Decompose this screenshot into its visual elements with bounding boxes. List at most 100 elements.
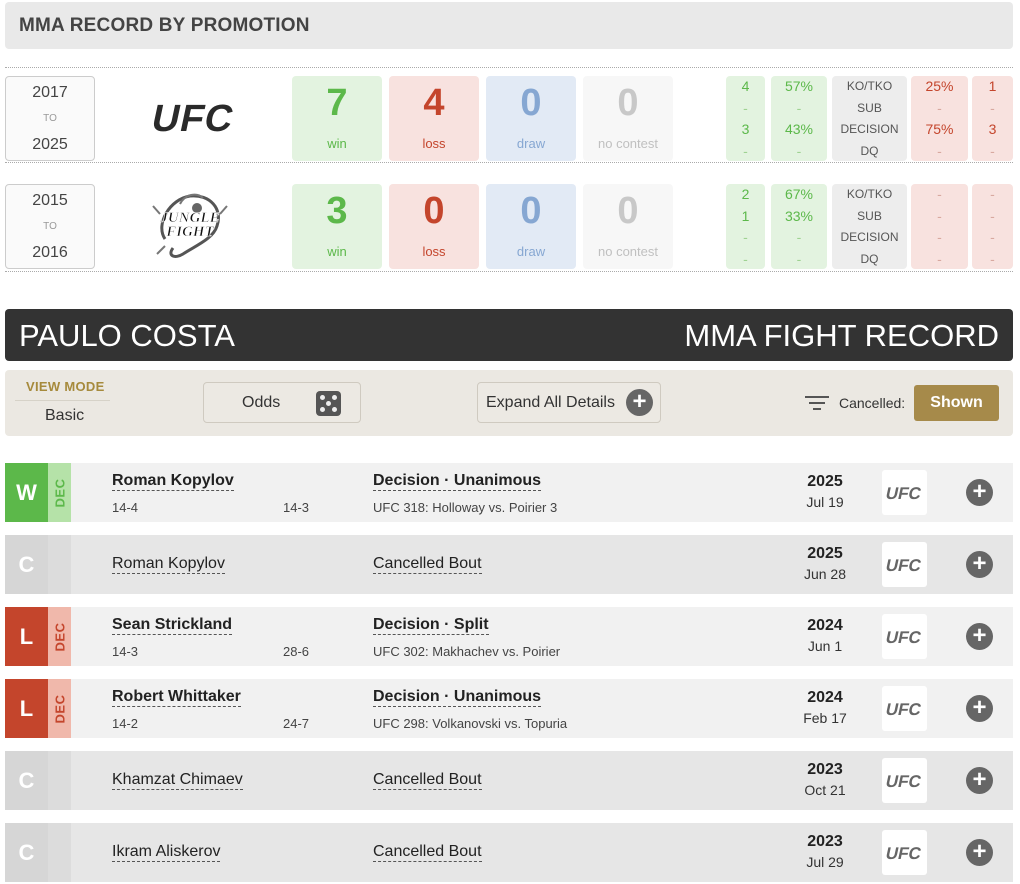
ufc-logo[interactable]: UFC xyxy=(882,542,927,587)
loss-dq-count: - xyxy=(990,142,995,159)
svg-text:UFC: UFC xyxy=(884,699,923,719)
plus-icon: + xyxy=(626,389,653,416)
ufc-logo[interactable]: UFC xyxy=(882,830,927,875)
method-tag xyxy=(48,823,71,882)
fighter-record: 14-3 xyxy=(112,644,139,659)
year-to-label: TO xyxy=(43,113,57,124)
win-label: win xyxy=(327,244,347,259)
win-ko-pct: 57% xyxy=(784,78,814,94)
opponent-record: 14-3 xyxy=(283,500,310,515)
opponent-record: 28-6 xyxy=(283,644,310,659)
draw-count-box: 0 draw xyxy=(486,76,576,161)
no-contest-count-box: 0 no contest xyxy=(583,76,673,161)
expand-all-details-button[interactable]: Expand All Details + xyxy=(477,382,661,423)
method-link[interactable]: Cancelled Bout xyxy=(373,771,482,790)
loss-dq-pct: - xyxy=(937,142,942,159)
win-count: 7 xyxy=(326,82,348,124)
method-ko-label: KO/TKO xyxy=(846,187,893,201)
year-end: 2016 xyxy=(32,244,68,261)
expand-fight-icon[interactable]: + xyxy=(966,479,993,506)
fighter-record-bar: PAULO COSTA MMA FIGHT RECORD xyxy=(5,309,1013,361)
win-dq-count: - xyxy=(743,142,748,159)
win-dec-pct: 43% xyxy=(784,121,814,137)
year-to-label: TO xyxy=(43,221,57,232)
ufc-logo[interactable]: UFC xyxy=(125,88,255,148)
no-contest-count: 0 xyxy=(617,190,639,232)
loss-count-box: 0 loss xyxy=(389,184,479,269)
jungle-fight-logo[interactable]: JUNGLE FIGHT xyxy=(125,184,255,264)
view-mode-select[interactable]: Basic xyxy=(45,407,84,425)
win-dq-pct: - xyxy=(796,142,802,159)
opponent-link[interactable]: Khamzat Chimaev xyxy=(112,771,243,790)
method-link[interactable]: Decision · Unanimous xyxy=(373,688,542,707)
expand-fight-icon[interactable]: + xyxy=(966,623,993,650)
fight-year: 2023 xyxy=(807,761,843,778)
method-labels: KO/TKO SUB DECISION DQ xyxy=(832,184,907,269)
promotion-years: 2015 TO 2016 xyxy=(5,184,95,269)
method-sub-label: SUB xyxy=(857,208,882,223)
draw-label: draw xyxy=(516,244,546,259)
year-start: 2015 xyxy=(32,192,68,209)
ufc-logo[interactable]: UFC xyxy=(882,758,927,803)
cancelled-shown-button[interactable]: Shown xyxy=(914,385,999,421)
win-dec-count: 3 xyxy=(741,121,750,137)
expand-fight-icon[interactable]: + xyxy=(966,839,993,866)
cancelled-filter-label: Cancelled: xyxy=(839,395,906,411)
method-link[interactable]: Decision · Unanimous xyxy=(373,472,542,491)
promotion-years: 2017 TO 2025 xyxy=(5,76,95,161)
loss-ko-count: 1 xyxy=(988,78,997,94)
loss-method-percents: - - - - xyxy=(911,184,968,269)
year-start: 2017 xyxy=(32,84,68,101)
fight-row[interactable]: L DEC Robert Whittaker 14-2 24-7 Decisio… xyxy=(5,679,1013,738)
loss-dec-count: - xyxy=(990,229,995,245)
no-contest-label: no contest xyxy=(598,136,658,151)
method-tag-text: DEC xyxy=(52,478,67,507)
no-contest-count-box: 0 no contest xyxy=(583,184,673,269)
svg-text:UFC: UFC xyxy=(884,555,923,575)
loss-count-box: 4 loss xyxy=(389,76,479,161)
fight-row[interactable]: L DEC Sean Strickland 14-3 28-6 Decision… xyxy=(5,607,1013,666)
loss-sub-count: - xyxy=(990,207,995,224)
win-label: win xyxy=(327,136,347,151)
expand-fight-icon[interactable]: + xyxy=(966,767,993,794)
result-badge: C xyxy=(5,751,48,810)
expand-fight-icon[interactable]: + xyxy=(966,551,993,578)
opponent-link[interactable]: Ikram Aliskerov xyxy=(112,843,221,862)
opponent-link[interactable]: Sean Strickland xyxy=(112,616,233,635)
win-method-counts: 4 - 3 - xyxy=(726,76,765,161)
fighter-record: 14-4 xyxy=(112,500,139,515)
method-link[interactable]: Decision · Split xyxy=(373,616,489,635)
loss-method-percents: 25% - 75% - xyxy=(911,76,968,161)
ufc-logo[interactable]: UFC xyxy=(882,470,927,515)
win-method-percents: 67% 33% - - xyxy=(771,184,827,269)
method-dec-label: DECISION xyxy=(840,122,899,136)
opponent-link[interactable]: Robert Whittaker xyxy=(112,688,241,707)
method-link[interactable]: Cancelled Bout xyxy=(373,555,482,574)
odds-toggle-button[interactable]: Odds xyxy=(203,382,361,423)
fight-row[interactable]: C Roman Kopylov Cancelled Bout 2025 Jun … xyxy=(5,535,1013,594)
fight-row[interactable]: W DEC Roman Kopylov 14-4 14-3 Decision ·… xyxy=(5,463,1013,522)
opponent-link[interactable]: Roman Kopylov xyxy=(112,555,225,574)
loss-dec-count: 3 xyxy=(988,121,997,137)
expand-fight-icon[interactable]: + xyxy=(966,695,993,722)
event-name: UFC 298: Volkanovski vs. Topuria xyxy=(373,716,568,731)
loss-sub-count: - xyxy=(990,99,995,116)
win-sub-pct: - xyxy=(796,99,802,116)
fight-date: Jul 29 xyxy=(806,854,844,870)
method-dq-label: DQ xyxy=(860,251,879,266)
fight-row[interactable]: C Ikram Aliskerov Cancelled Bout 2023 Ju… xyxy=(5,823,1013,882)
ufc-logo[interactable]: UFC xyxy=(882,614,927,659)
fight-row[interactable]: C Khamzat Chimaev Cancelled Bout 2023 Oc… xyxy=(5,751,1013,810)
method-link[interactable]: Cancelled Bout xyxy=(373,843,482,862)
svg-text:UFC: UFC xyxy=(148,97,238,140)
opponent-link[interactable]: Roman Kopylov xyxy=(112,472,234,491)
win-sub-pct: 33% xyxy=(784,207,814,224)
draw-count-box: 0 draw xyxy=(486,184,576,269)
fight-date: Jun 1 xyxy=(807,638,843,654)
result-badge: C xyxy=(5,535,48,594)
event-name: UFC 302: Makhachev vs. Poirier xyxy=(373,644,561,659)
win-ko-count: 4 xyxy=(741,78,750,94)
ufc-logo[interactable]: UFC xyxy=(882,686,927,731)
filter-icon[interactable] xyxy=(805,394,829,412)
win-ko-count: 2 xyxy=(741,186,750,202)
